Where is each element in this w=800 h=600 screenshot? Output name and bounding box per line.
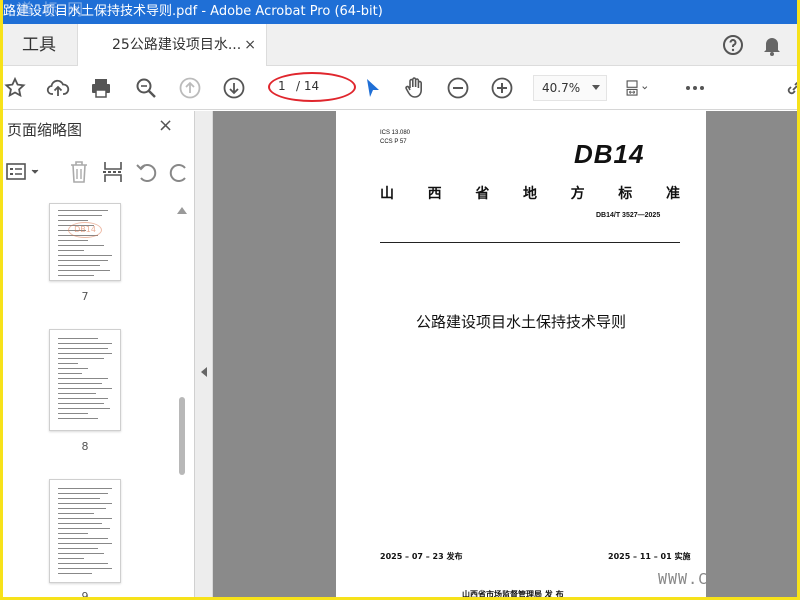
collapse-arrow-icon <box>201 367 207 377</box>
bookmark-star-icon[interactable] <box>3 76 27 100</box>
title-bar: 路建设项目水土保持技术导则.pdf - Adobe Acrobat Pro (6… <box>3 0 797 24</box>
sidebar-scrollbar[interactable] <box>179 397 185 475</box>
delete-page-icon[interactable] <box>67 159 91 185</box>
tab-document-label: 25公路建设项目水... <box>112 37 242 53</box>
previous-page-icon[interactable] <box>178 76 202 100</box>
link-icon[interactable] <box>783 76 797 100</box>
tab-close-button[interactable]: × <box>244 24 256 66</box>
close-panel-button[interactable]: × <box>158 115 173 136</box>
pdf-page: ICS 13.080 CCS P 57 DB14 山 西 省 地 方 标 准 D… <box>336 111 706 597</box>
upload-cloud-icon[interactable] <box>46 76 70 100</box>
scroll-up-arrow[interactable] <box>177 207 187 214</box>
search-zoom-icon[interactable] <box>134 76 158 100</box>
thumbnail-options-icon[interactable] <box>5 161 45 183</box>
rotate-left-icon[interactable] <box>135 159 159 185</box>
release-date: 2025 – 07 – 23 发布 <box>380 552 463 561</box>
document-title: 公路建设项目水土保持技术导则 <box>415 313 626 331</box>
print-icon[interactable] <box>89 76 113 100</box>
standard-category-char: 山 <box>380 186 394 202</box>
window-title: 路建设项目水土保持技术导则.pdf - Adobe Acrobat Pro (6… <box>3 4 383 19</box>
thumbnail-stamp: DB14 <box>68 222 102 238</box>
next-page-icon[interactable] <box>222 76 246 100</box>
more-options-icon[interactable] <box>683 76 707 100</box>
effective-date: 2025 – 11 – 01 实施 <box>608 552 691 561</box>
thumbnail-page-number: 7 <box>81 290 89 303</box>
zoom-level-select[interactable]: 40.7% <box>533 75 607 101</box>
notification-bell-icon[interactable] <box>760 33 784 57</box>
main-toolbar: 1 / 14 40.7% <box>3 66 797 110</box>
zoom-in-icon[interactable] <box>490 76 514 100</box>
thumbnail-page-number: 9 <box>81 590 89 597</box>
ics-code: ICS 13.080 CCS P 57 <box>380 129 410 147</box>
standard-category-char: 省 <box>475 186 490 202</box>
hand-tool-icon[interactable] <box>402 76 426 100</box>
standard-number: DB14/T 3527—2025 <box>596 212 661 219</box>
db14-logo: DB14 <box>574 139 645 169</box>
standard-category-char: 方 <box>570 186 585 202</box>
ccs-line: CCS P 57 <box>380 139 407 145</box>
site-watermark-bottom: WWW.C <box>658 570 709 588</box>
standard-category-char: 西 <box>427 186 442 202</box>
publisher: 山西省市场监督管理局 发 布 <box>462 590 564 597</box>
zoom-level-value: 40.7% <box>542 81 581 95</box>
thumbnail-panel: 页面缩略图 × DB14 7 8 9 <box>3 111 195 597</box>
insert-page-icon[interactable] <box>101 159 125 185</box>
standard-category-char: 标 <box>618 186 633 202</box>
page-thumbnail[interactable] <box>49 329 121 431</box>
standard-category-char: 地 <box>522 186 537 202</box>
help-icon[interactable] <box>721 33 745 57</box>
page-thumbnail[interactable] <box>49 479 121 583</box>
select-cursor-icon[interactable] <box>361 76 385 100</box>
thumbnail-page-number: 8 <box>81 440 89 453</box>
standard-category-char: 准 <box>665 186 680 202</box>
zoom-out-icon[interactable] <box>446 76 470 100</box>
rotate-right-icon[interactable] <box>167 159 191 185</box>
chevron-down-icon <box>592 85 600 90</box>
app-window: 路建设项目水土保持技术导则.pdf - Adobe Acrobat Pro (6… <box>3 0 797 597</box>
page-fit-icon[interactable] <box>625 76 659 100</box>
thumbnail-toolbar <box>3 155 195 187</box>
tab-bar: 工具 25公路建设项目水... × <box>3 24 797 66</box>
header-divider <box>380 242 680 243</box>
tab-document[interactable]: 25公路建设项目水... × <box>77 24 267 66</box>
thumbnail-panel-title: 页面缩略图 <box>7 121 83 139</box>
document-viewport: ICS 13.080 CCS P 57 DB14 山 西 省 地 方 标 准 D… <box>213 111 797 597</box>
tab-tools[interactable]: 工具 <box>3 24 75 66</box>
ics-line: ICS 13.080 <box>380 130 411 136</box>
annotation-circle <box>268 72 356 102</box>
standard-category: 山 西 省 地 方 标 准 <box>380 183 680 203</box>
panel-collapse-strip[interactable] <box>195 111 213 597</box>
page-thumbnail[interactable]: DB14 <box>49 203 121 281</box>
